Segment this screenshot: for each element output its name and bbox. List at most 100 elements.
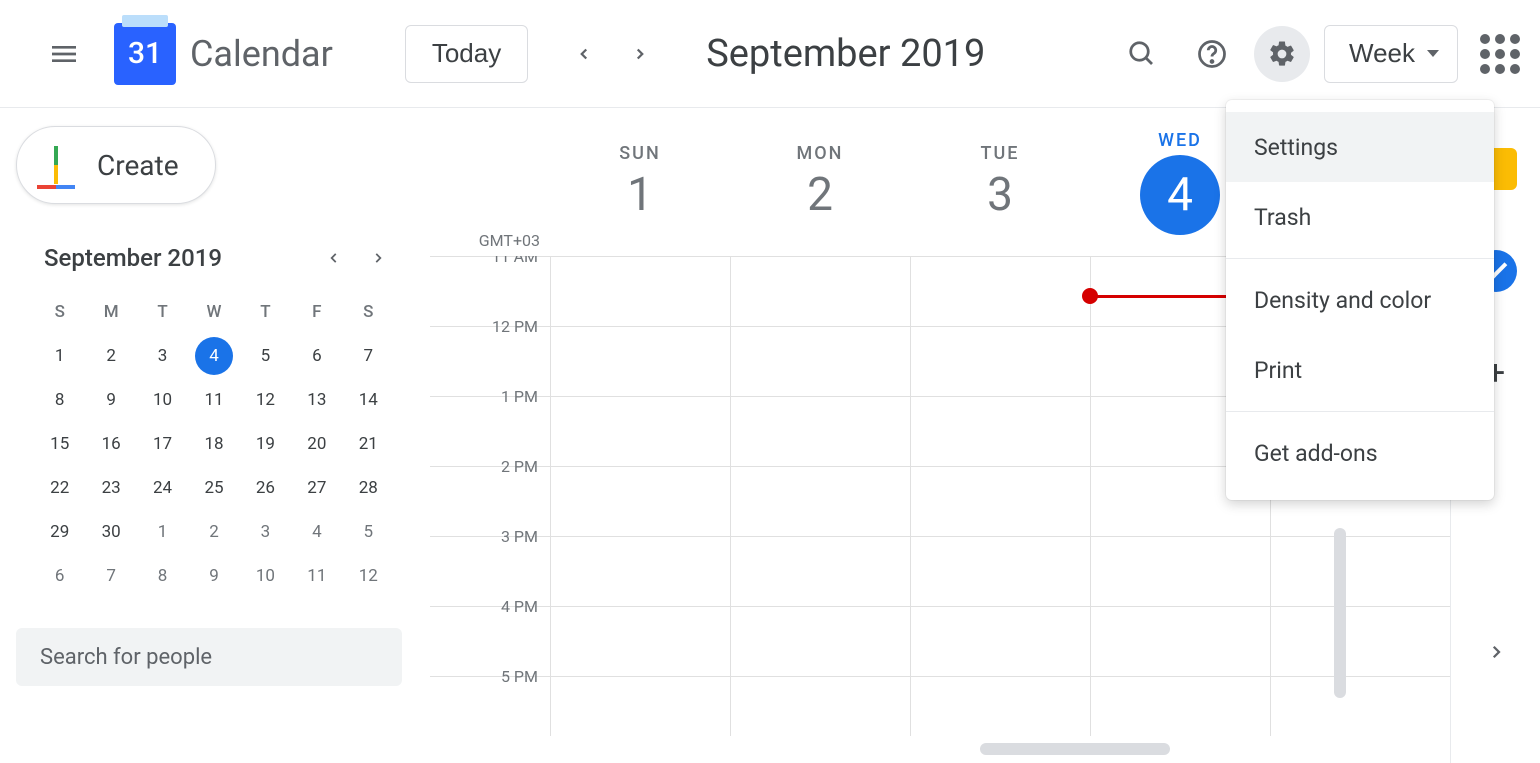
mini-cal-day[interactable]: 13 [291,378,342,422]
app-logo[interactable]: 31 Calendar [114,23,333,85]
mini-cal-day[interactable]: 4 [291,510,342,554]
time-slot[interactable] [910,677,1090,736]
mini-cal-day[interactable]: 12 [343,554,394,598]
time-slot[interactable] [550,607,730,676]
time-slot[interactable] [730,677,910,736]
settings-menu-item[interactable]: Settings [1226,112,1494,182]
help-button[interactable] [1184,26,1240,82]
settings-menu-item[interactable]: Print [1226,335,1494,405]
mini-cal-day[interactable]: 18 [188,422,239,466]
time-slot[interactable] [730,327,910,396]
time-slot[interactable] [1090,607,1270,676]
today-button[interactable]: Today [405,25,528,83]
time-slot[interactable] [550,677,730,736]
mini-cal-day[interactable]: 3 [240,510,291,554]
time-slot[interactable] [1090,677,1270,736]
mini-cal-day[interactable]: 17 [137,422,188,466]
time-slot[interactable] [910,397,1090,466]
mini-cal-day[interactable]: 7 [343,334,394,378]
mini-cal-day[interactable]: 28 [343,466,394,510]
day-header[interactable]: MON2 [730,108,910,256]
time-slot[interactable] [550,537,730,606]
horizontal-scrollbar[interactable] [980,743,1170,755]
time-slot[interactable] [730,607,910,676]
create-button[interactable]: Create [16,126,216,204]
mini-cal-day[interactable]: 4 [195,337,233,375]
mini-cal-day[interactable]: 21 [343,422,394,466]
settings-menu-item[interactable]: Density and color [1226,265,1494,335]
mini-cal-day[interactable]: 6 [34,554,85,598]
settings-menu-item[interactable]: Get add-ons [1226,418,1494,488]
time-slot[interactable] [730,537,910,606]
mini-cal-day[interactable]: 19 [240,422,291,466]
time-slot[interactable] [550,397,730,466]
mini-cal-day[interactable]: 5 [343,510,394,554]
mini-cal-day[interactable]: 9 [85,378,136,422]
mini-calendar[interactable]: SMTWTFS123456789101112131415161718192021… [16,290,402,598]
mini-cal-day[interactable]: 6 [291,334,342,378]
vertical-scrollbar[interactable] [1334,528,1346,698]
mini-cal-day[interactable]: 26 [240,466,291,510]
mini-cal-day[interactable]: 11 [291,554,342,598]
main-menu-button[interactable] [40,30,88,78]
time-slot[interactable] [730,257,910,326]
mini-cal-day[interactable]: 1 [34,334,85,378]
time-slot[interactable] [550,257,730,326]
mini-cal-day[interactable]: 1 [137,510,188,554]
mini-cal-day[interactable]: 24 [137,466,188,510]
search-people-input[interactable]: Search for people [16,628,402,686]
time-slot[interactable] [550,327,730,396]
next-period-button[interactable] [616,30,664,78]
mini-cal-day[interactable]: 27 [291,466,342,510]
mini-cal-day[interactable]: 5 [240,334,291,378]
time-slot[interactable] [550,467,730,536]
mini-cal-day[interactable]: 3 [137,334,188,378]
time-slot[interactable] [730,467,910,536]
time-slot[interactable] [1270,607,1450,676]
view-switcher[interactable]: Week [1324,25,1458,83]
mini-cal-day[interactable]: 30 [85,510,136,554]
mini-cal-day[interactable]: 8 [34,378,85,422]
mini-cal-day[interactable]: 7 [85,554,136,598]
time-slot[interactable] [1270,677,1450,736]
time-slot[interactable] [910,607,1090,676]
mini-cal-day[interactable]: 20 [291,422,342,466]
mini-cal-day[interactable]: 11 [188,378,239,422]
mini-cal-day[interactable]: 8 [137,554,188,598]
time-slot[interactable] [910,327,1090,396]
mini-cal-day[interactable]: 16 [85,422,136,466]
settings-menu-item[interactable]: Trash [1226,182,1494,252]
mini-cal-next-button[interactable] [360,240,396,276]
mini-cal-day[interactable]: 23 [85,466,136,510]
hide-side-panel-button[interactable] [1475,631,1517,673]
time-slot[interactable] [730,397,910,466]
mini-cal-day[interactable]: 2 [85,334,136,378]
search-button[interactable] [1114,26,1170,82]
mini-cal-day[interactable]: 10 [240,554,291,598]
time-slot[interactable] [1270,537,1450,606]
time-slot[interactable] [1090,537,1270,606]
time-slot[interactable] [910,257,1090,326]
google-apps-button[interactable] [1480,34,1520,74]
current-period-title[interactable]: September 2019 [706,32,985,76]
mini-cal-day[interactable]: 25 [188,466,239,510]
prev-period-button[interactable] [560,30,608,78]
create-label: Create [97,149,179,182]
time-slot[interactable] [910,467,1090,536]
mini-cal-dow: S [34,290,85,334]
mini-cal-day[interactable]: 22 [34,466,85,510]
mini-cal-day[interactable]: 29 [34,510,85,554]
time-slot[interactable] [910,537,1090,606]
mini-cal-day[interactable]: 10 [137,378,188,422]
mini-cal-day[interactable]: 15 [34,422,85,466]
mini-cal-prev-button[interactable] [316,240,352,276]
chevron-right-icon [1487,643,1505,661]
day-header[interactable]: SUN1 [550,108,730,256]
mini-cal-day[interactable]: 9 [188,554,239,598]
time-label: 1 PM [430,387,550,456]
mini-cal-day[interactable]: 14 [343,378,394,422]
mini-cal-day[interactable]: 12 [240,378,291,422]
day-header[interactable]: TUE3 [910,108,1090,256]
mini-cal-day[interactable]: 2 [188,510,239,554]
settings-button[interactable] [1254,26,1310,82]
